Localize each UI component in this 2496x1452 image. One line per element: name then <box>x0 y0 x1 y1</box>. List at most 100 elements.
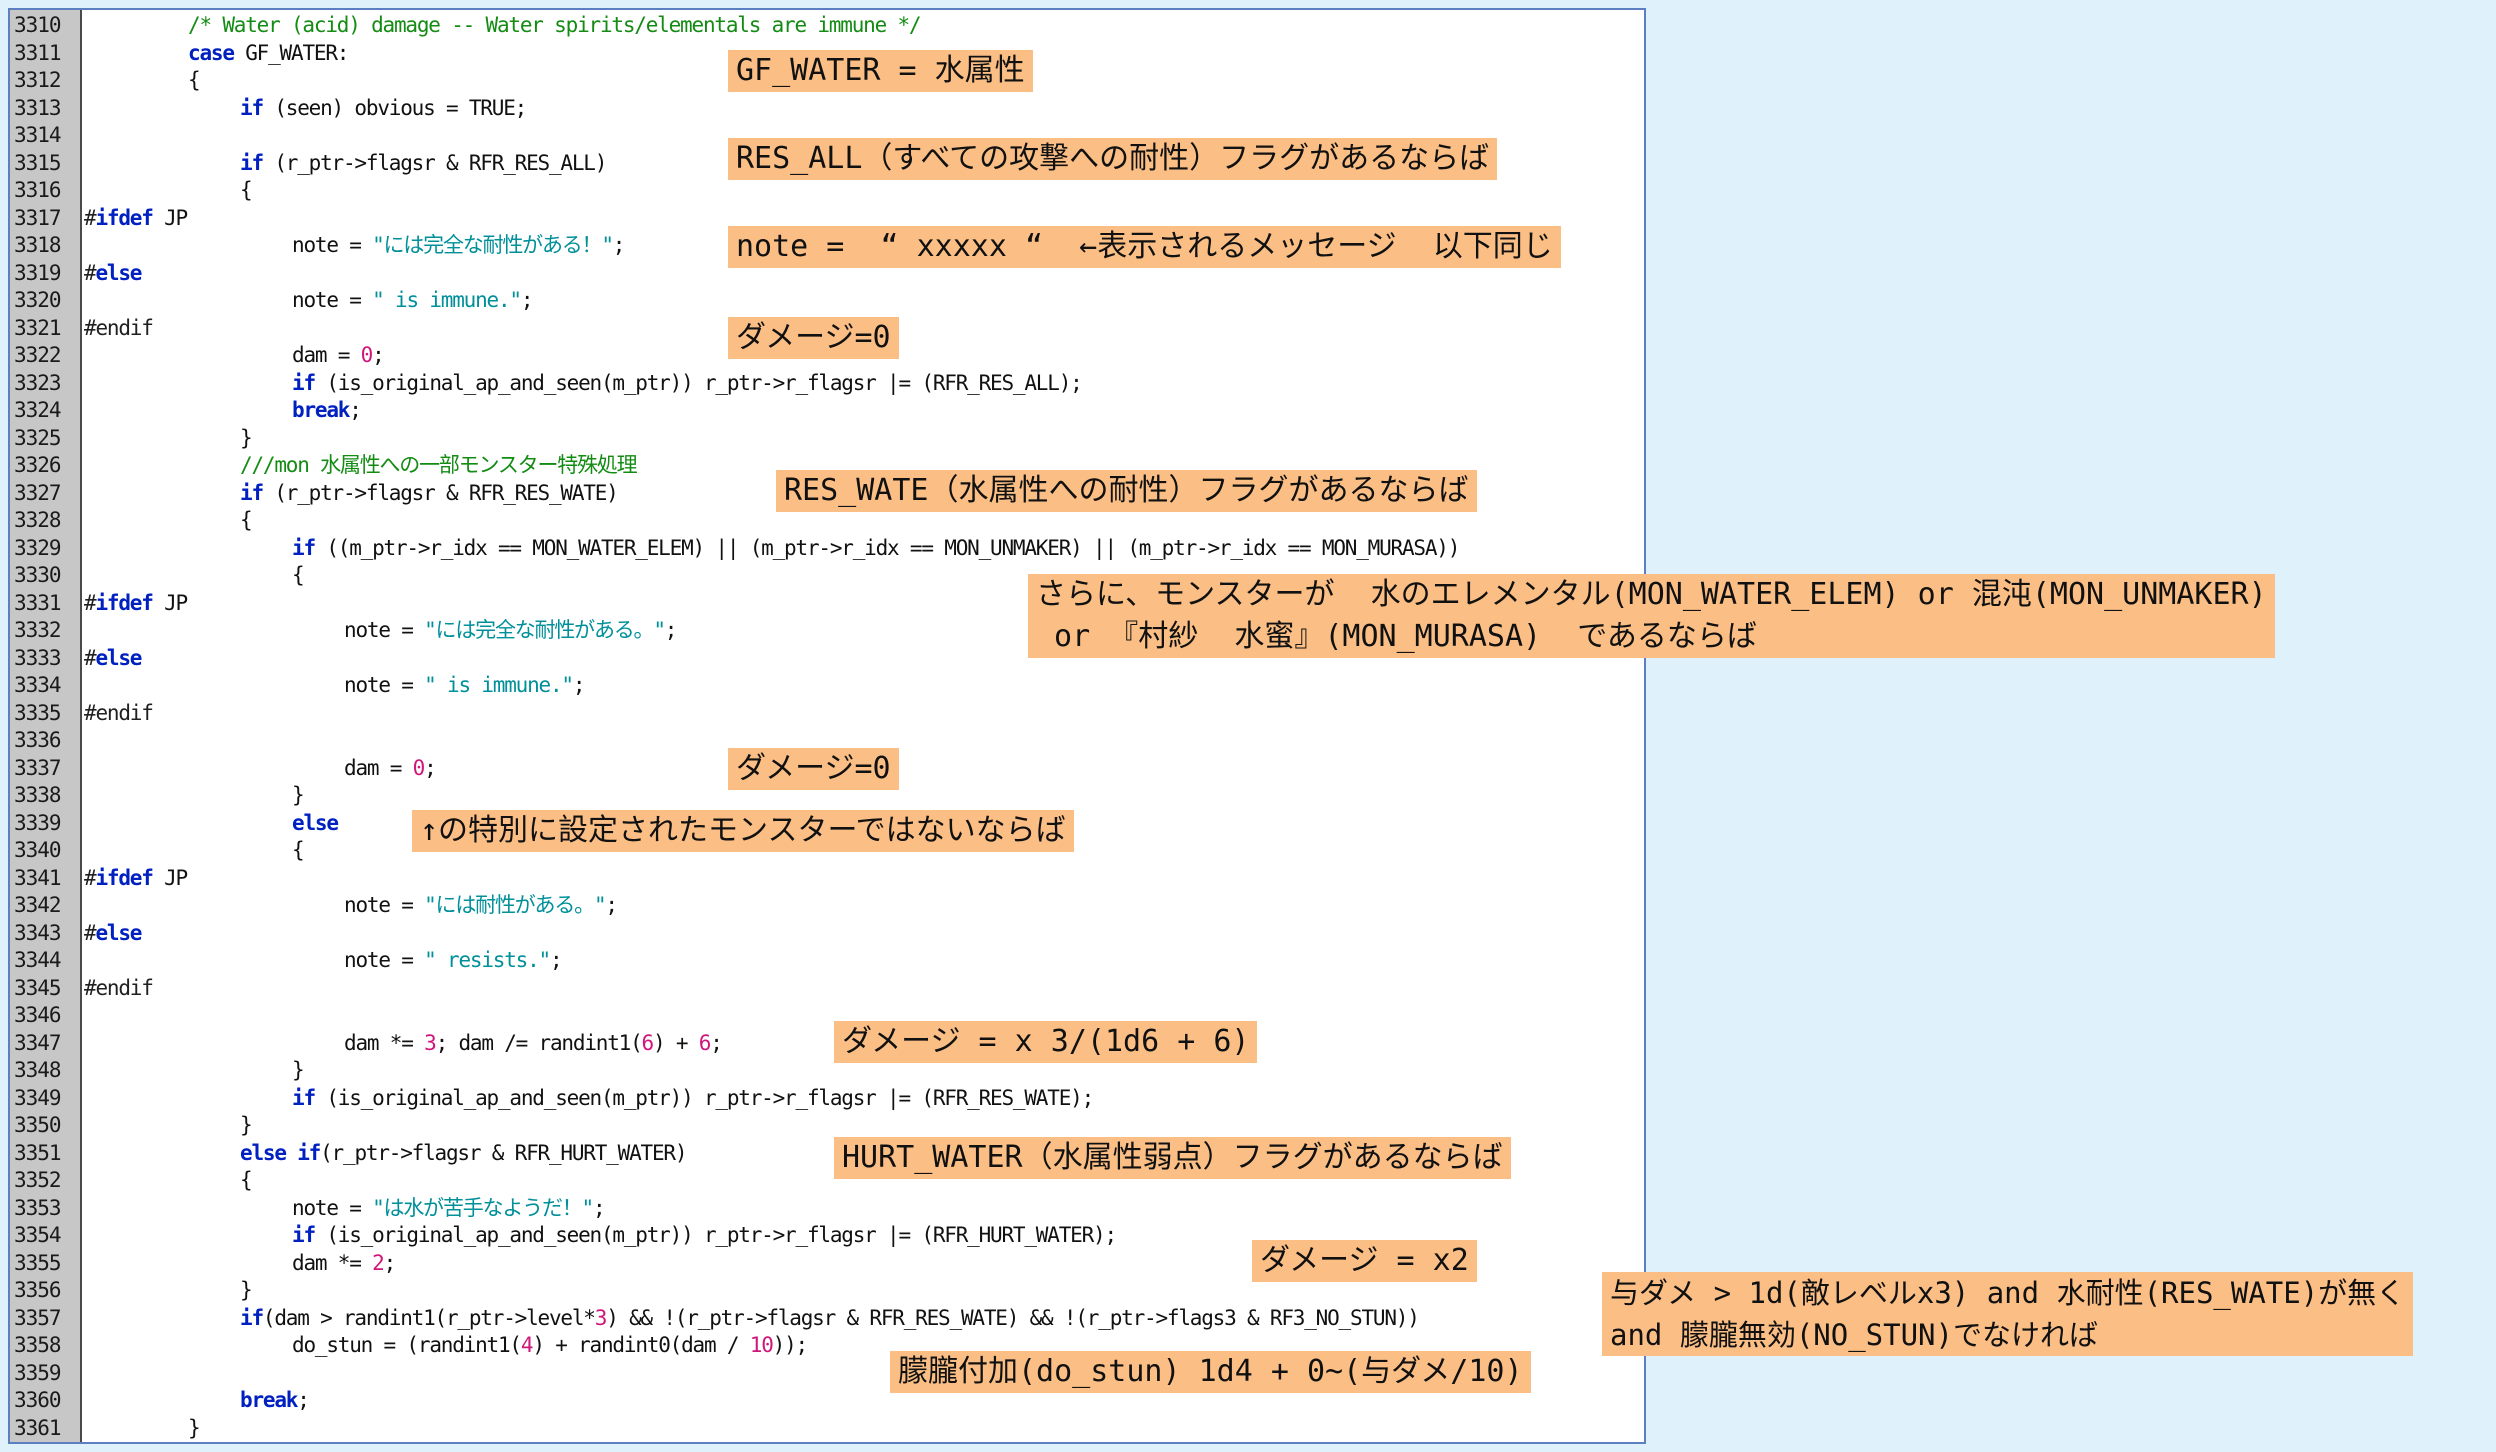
code-token: } <box>292 783 305 807</box>
code-token: { <box>240 1168 253 1192</box>
code-token: ; <box>605 893 618 917</box>
line-number: 3347 <box>14 1030 62 1055</box>
code-token: break <box>292 398 350 422</box>
line-number: 3343 <box>14 920 62 945</box>
code-token: if <box>292 370 316 395</box>
line-number: 3329 <box>14 535 62 560</box>
code-token: 10 <box>749 1333 774 1357</box>
code-line: do_stun = (randint1(4) + randint0(dam / … <box>292 1332 809 1360</box>
line-number: 3326 <box>14 453 62 477</box>
code-line: } <box>292 782 305 810</box>
line-number: 3354 <box>14 1223 62 1247</box>
code-line: #endif <box>84 315 154 343</box>
code-token: if <box>240 1305 264 1330</box>
code-token: )); <box>772 1333 809 1357</box>
code-token: ((m_ptr->r_idx == MON_WATER_ELEM) || (m_… <box>314 535 1460 560</box>
code-token: " is immune." <box>424 673 574 697</box>
code-token: else <box>95 920 142 945</box>
code-token: ; <box>383 1250 397 1275</box>
code-line: #ifdef JP <box>84 205 188 233</box>
line-number: 3310 <box>14 13 62 37</box>
line-number: 3350 <box>14 1113 62 1137</box>
code-token: ifdef <box>95 590 153 615</box>
code-token: GF_WATER: <box>233 40 349 65</box>
code-token: 3 <box>594 1305 608 1330</box>
code-line: #else <box>84 260 142 288</box>
line-number: 3314 <box>14 123 62 147</box>
line-number: 3311 <box>14 40 62 65</box>
line-number: 3319 <box>14 260 62 285</box>
line-number: 3328 <box>14 508 62 532</box>
code-line: } <box>292 1057 305 1085</box>
code-token: dam = <box>292 343 361 367</box>
line-number: 3320 <box>14 288 62 312</box>
code-editor[interactable]: 3310 3311 3312 3313 3314 3315 3316 3317 3318 3319… <box>8 8 1646 1444</box>
code-token: "には耐性がある。" <box>424 893 606 917</box>
code-token: } <box>240 1278 253 1302</box>
code-token: dam *= <box>292 1250 373 1275</box>
code-token: ) + <box>653 1030 699 1055</box>
line-number-gutter: 3310 3311 3312 3313 3314 3315 3316 3317 3318 3319… <box>10 10 82 1442</box>
line-number: 3353 <box>14 1195 62 1220</box>
code-token: if <box>240 480 264 505</box>
code-line: /* Water (acid) damage -- Water spirits/… <box>188 12 922 40</box>
code-token: if <box>292 1085 316 1110</box>
code-token: { <box>292 838 305 862</box>
code-token: { <box>292 563 305 587</box>
line-number: 3340 <box>14 838 62 862</box>
code-line: dam *= 3; dam /= randint1(6) + 6; <box>344 1030 723 1058</box>
code-line: { <box>292 562 305 590</box>
code-token: if <box>292 1223 316 1247</box>
code-token: 0 <box>360 343 374 367</box>
code-token: # <box>84 920 97 945</box>
annotation-res-wate: RES_WATE（水属性への耐性）フラグがあるならば <box>776 470 1477 512</box>
line-number: 3345 <box>14 975 62 1000</box>
code-line: note = "には耐性がある。"; <box>344 892 618 920</box>
annotation-res-all: RES_ALL（すべての攻撃への耐性）フラグがあるならば <box>728 138 1498 180</box>
code-line: { <box>292 837 305 865</box>
line-number: 3327 <box>14 480 62 505</box>
code-line: dam *= 2; <box>292 1250 397 1278</box>
code-line: #endif <box>84 975 154 1003</box>
code-token: (is_original_ap_and_seen(m_ptr)) r_ptr->… <box>314 1085 1094 1110</box>
line-number: 3321 <box>14 315 62 340</box>
code-line: else if(r_ptr->flagsr & RFR_HURT_WATER) <box>240 1140 687 1168</box>
code-token: if <box>292 535 316 560</box>
code-token: } <box>240 1113 253 1137</box>
code-line: #ifdef JP <box>84 865 188 893</box>
code-token: break <box>240 1388 298 1412</box>
line-number: 3323 <box>14 370 62 395</box>
code-token: JP <box>152 590 188 615</box>
annotation-damage-formula: ダメージ = x 3/(1d6 + 6) <box>834 1021 1258 1063</box>
line-number: 3344 <box>14 948 62 972</box>
code-token: note = <box>292 233 373 257</box>
code-line: if (r_ptr->flagsr & RFR_RES_WATE) <box>240 480 619 508</box>
line-number: 3331 <box>14 590 62 615</box>
code-token: (r_ptr->flagsr & RFR_RES_WATE) <box>262 480 619 505</box>
code-token: note = <box>344 893 425 917</box>
code-token: #endif <box>84 315 154 340</box>
annotation-stun-condition: 与ダメ > 1d(敵レベルx3) and 水耐性(RES_WATE)が無く an… <box>1602 1272 2414 1356</box>
code-line: case GF_WATER: <box>188 40 349 68</box>
code-token: case <box>188 40 235 65</box>
code-token: #endif <box>84 975 154 1000</box>
line-number: 3317 <box>14 205 62 230</box>
code-token: "は水が苦手なようだ！" <box>372 1195 594 1220</box>
line-number: 3334 <box>14 673 62 697</box>
line-number: 3358 <box>14 1333 62 1357</box>
annotation-gf-water: GF_WATER = 水属性 <box>728 50 1033 92</box>
code-line: } <box>240 1277 253 1305</box>
code-line: #endif <box>84 700 154 728</box>
line-number: 3341 <box>14 865 62 890</box>
code-line: #else <box>84 645 142 673</box>
line-number: 3360 <box>14 1388 62 1412</box>
code-line: } <box>188 1415 201 1443</box>
annotation-special-monsters: さらに、モンスターが 水のエレメンタル(MON_WATER_ELEM) or 混… <box>1028 574 2275 658</box>
code-line: dam = 0; <box>344 755 437 783</box>
line-number: 3315 <box>14 150 62 175</box>
line-number: 3322 <box>14 343 62 367</box>
line-number: 3357 <box>14 1305 62 1330</box>
code-token: } <box>240 425 253 450</box>
code-token: { <box>188 68 201 92</box>
code-token: note = <box>344 618 425 642</box>
